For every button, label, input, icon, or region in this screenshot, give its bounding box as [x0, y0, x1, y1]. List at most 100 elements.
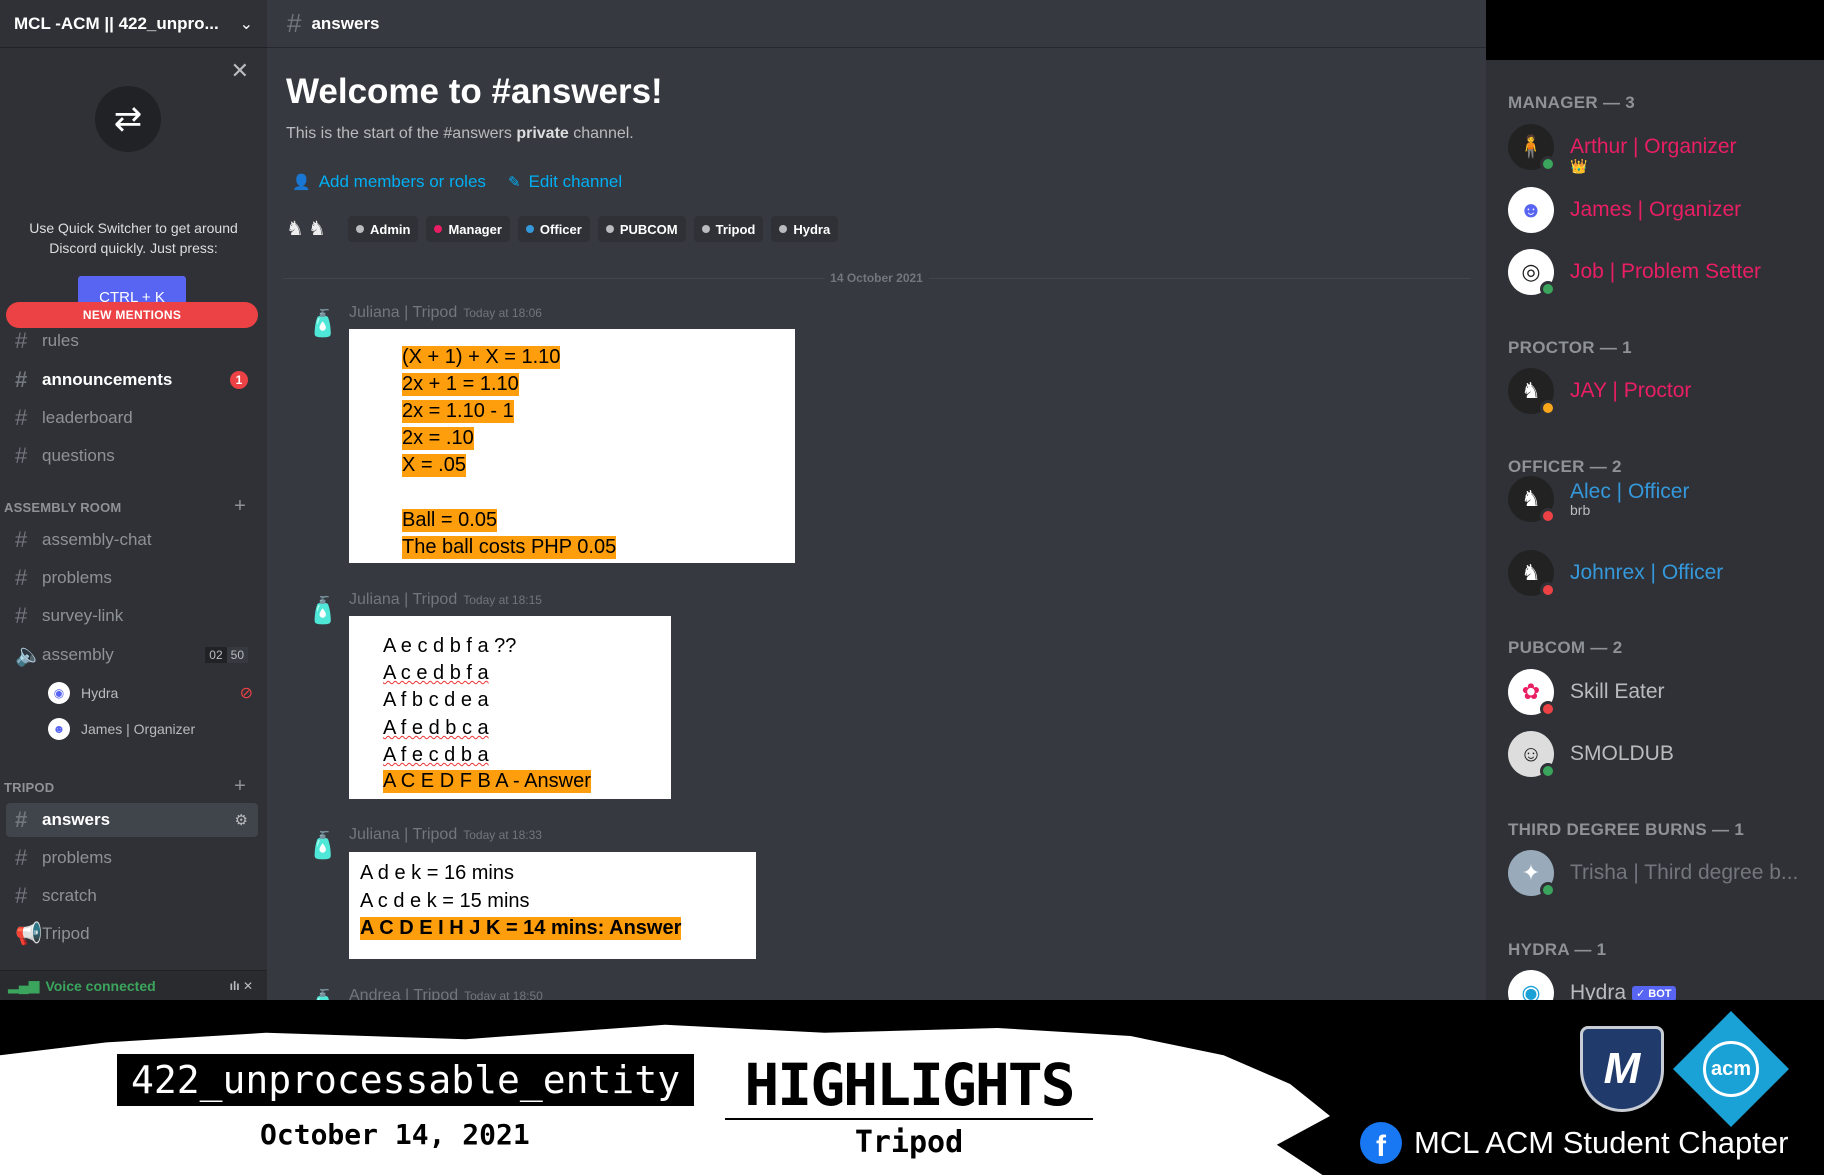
role-pill[interactable]: Officer — [517, 216, 590, 242]
role-pill[interactable]: Hydra — [771, 216, 839, 242]
channel-sidebar: MCL -ACM || 422_unpro... ⌄ ✕ ⇄ Use Quick… — [0, 0, 267, 1000]
channel-announcements[interactable]: # announcements 1 — [6, 363, 258, 397]
muted-icon: ⊘ — [239, 685, 253, 702]
voice-user[interactable]: ☻ James | Organizer — [48, 714, 253, 744]
channel-assembly-chat[interactable]: # assembly-chat — [6, 523, 258, 557]
avatar: ◎ — [1508, 249, 1556, 297]
channel-problems[interactable]: # problems — [6, 561, 258, 595]
image-attachment[interactable]: A e c d b f a ?? A c e d b f a A f b c d… — [349, 616, 671, 799]
member-item[interactable]: ☻ James | Organizer — [1508, 185, 1818, 235]
attachment-line: A C D E I H J K = 14 mins: Answer — [360, 917, 682, 940]
category-assembly-room[interactable]: ASSEMBLY ROOM + — [4, 495, 260, 518]
add-channel-icon[interactable]: + — [234, 495, 246, 518]
edit-channel-link[interactable]: ✎ Edit channel — [508, 172, 622, 192]
status-indicator — [1540, 882, 1556, 898]
gear-icon[interactable]: ⚙ — [235, 811, 248, 829]
avatar: 🧍 — [1508, 124, 1556, 172]
attachment-line: 2x + 1 = 1.10 — [402, 373, 519, 396]
avatar[interactable]: 🧴 — [303, 988, 343, 1000]
message-timestamp: Today at 18:33 — [463, 828, 542, 842]
message-author[interactable]: Andrea | Tripod — [349, 987, 458, 1000]
image-attachment[interactable]: A d e k = 16 mins A c d e k = 15 mins A … — [349, 852, 756, 959]
member-item[interactable]: ☺ SMOLDUB — [1508, 729, 1818, 779]
date-divider: 14 October 2021 — [283, 271, 1470, 285]
message-author[interactable]: Juliana | Tripod — [349, 591, 457, 608]
member-name: Skill Eater — [1570, 680, 1665, 703]
attachment-line: A C E D F B A - Answer — [383, 770, 591, 793]
attachment-line: A f b c d e a — [383, 689, 489, 711]
stage-channel-tripod[interactable]: 📢 Tripod — [6, 917, 258, 951]
member-item[interactable]: ✿ Skill Eater — [1508, 667, 1818, 717]
hash-icon: # — [15, 405, 28, 430]
avatar: ♞ — [1508, 550, 1556, 598]
server-header[interactable]: MCL -ACM || 422_unpro... ⌄ — [0, 0, 267, 48]
avatar: ☺ — [1508, 731, 1556, 779]
channel-rules[interactable]: # rules — [6, 324, 258, 358]
member-item[interactable]: ◉ Hydra ✓ BOT — [1508, 968, 1818, 1000]
member-item[interactable]: 🧍 Arthur | Organizer 👑 — [1508, 122, 1818, 174]
channel-questions[interactable]: # questions — [6, 439, 258, 473]
hash-icon: # — [15, 527, 28, 552]
avatar: ♞ — [308, 218, 326, 240]
org-name: MCL ACM Student Chapter — [1414, 1125, 1789, 1160]
message-author[interactable]: Juliana | Tripod — [349, 826, 457, 843]
member-list: MANAGER — 3 🧍 Arthur | Organizer 👑 ☻ Jam… — [1486, 60, 1824, 1000]
member-item[interactable]: ◎ Job | Problem Setter — [1508, 247, 1818, 297]
channel-leaderboard[interactable]: # leaderboard — [6, 401, 258, 435]
channel-answers[interactable]: # answers ⚙ — [6, 803, 258, 837]
member-name: Hydra — [1570, 981, 1627, 1000]
member-item[interactable]: ♞ Alec | Officer brb — [1508, 474, 1818, 524]
category-tripod[interactable]: TRIPOD + — [4, 775, 260, 798]
role-pill[interactable]: Manager — [426, 216, 510, 242]
stage-icon: 📢 — [15, 921, 43, 946]
role-color-dot — [525, 225, 534, 233]
image-attachment[interactable]: (X + 1) + X = 1.10 2x + 1 = 1.10 2x = 1.… — [349, 329, 795, 563]
voice-channel-assembly[interactable]: 🔈 assembly 02 50 — [6, 638, 258, 672]
role-pill[interactable]: PUBCOM — [597, 216, 686, 242]
avatar[interactable]: 🧴 — [303, 308, 343, 348]
channel-scratch[interactable]: # scratch — [6, 879, 258, 913]
avatar[interactable]: 🧴 — [303, 595, 343, 635]
quick-switcher-art-icon: ⇄ — [95, 86, 161, 152]
status-indicator — [1540, 400, 1556, 416]
hash-icon: # — [15, 603, 28, 628]
role-pill[interactable]: Admin — [348, 216, 419, 242]
hash-icon: # — [287, 8, 302, 38]
message-author[interactable]: Juliana | Tripod — [349, 304, 457, 321]
bot-tag: ✓ BOT — [1632, 985, 1676, 1000]
server-name: MCL -ACM || 422_unpro... — [14, 13, 219, 33]
member-item[interactable]: ♞ JAY | Proctor — [1508, 366, 1818, 416]
attachment-line: (X + 1) + X = 1.10 — [402, 346, 561, 369]
add-channel-icon[interactable]: + — [234, 775, 246, 798]
role-color-dot — [779, 225, 788, 233]
channel-survey-link[interactable]: # survey-link — [6, 599, 258, 633]
pencil-icon: ✎ — [508, 174, 521, 191]
facebook-icon: f — [1360, 1122, 1402, 1164]
member-item[interactable]: ♞ Johnrex | Officer — [1508, 548, 1818, 598]
crown-icon: 👑 — [1570, 158, 1588, 174]
channel-problems-tripod[interactable]: # problems — [6, 841, 258, 875]
avatar[interactable]: 🧴 — [303, 830, 343, 870]
member-item[interactable]: ✦ Trisha | Third degree b... — [1508, 848, 1818, 898]
voice-controls-icon[interactable]: ılı ✕ — [230, 979, 253, 993]
member-group-header: PUBCOM — 2 — [1508, 638, 1623, 657]
role-pill[interactable]: Tripod — [693, 216, 764, 242]
avatar: ✦ — [1508, 850, 1556, 898]
voice-connected-status[interactable]: ▂▄▆ Voice connected ılı ✕ — [0, 970, 267, 1000]
status-indicator — [1540, 508, 1556, 524]
highlights-banner: 422_unprocessable_entity October 14, 202… — [0, 1000, 1824, 1175]
avatar: ◉ — [48, 682, 70, 704]
voice-user-count: 02 50 — [205, 647, 248, 663]
attachment-line: A f e d b c a — [383, 717, 489, 739]
avatar: ◉ — [1508, 970, 1554, 1000]
voice-user[interactable]: ◉ Hydra ⊘ — [48, 678, 253, 708]
message-header: Andrea | Tripod Today at 18:50 — [349, 987, 543, 1000]
member-name: Job | Problem Setter — [1570, 260, 1762, 283]
status-indicator — [1540, 701, 1556, 717]
chevron-down-icon[interactable]: ⌄ — [240, 14, 253, 34]
close-icon[interactable]: ✕ — [231, 58, 249, 84]
members-top-bar — [1486, 0, 1824, 60]
quick-switcher-text: Use Quick Switcher to get around Discord… — [29, 220, 238, 256]
channel-header: # answers — [267, 0, 1486, 48]
add-members-link[interactable]: 👤 Add members or roles — [292, 172, 486, 192]
